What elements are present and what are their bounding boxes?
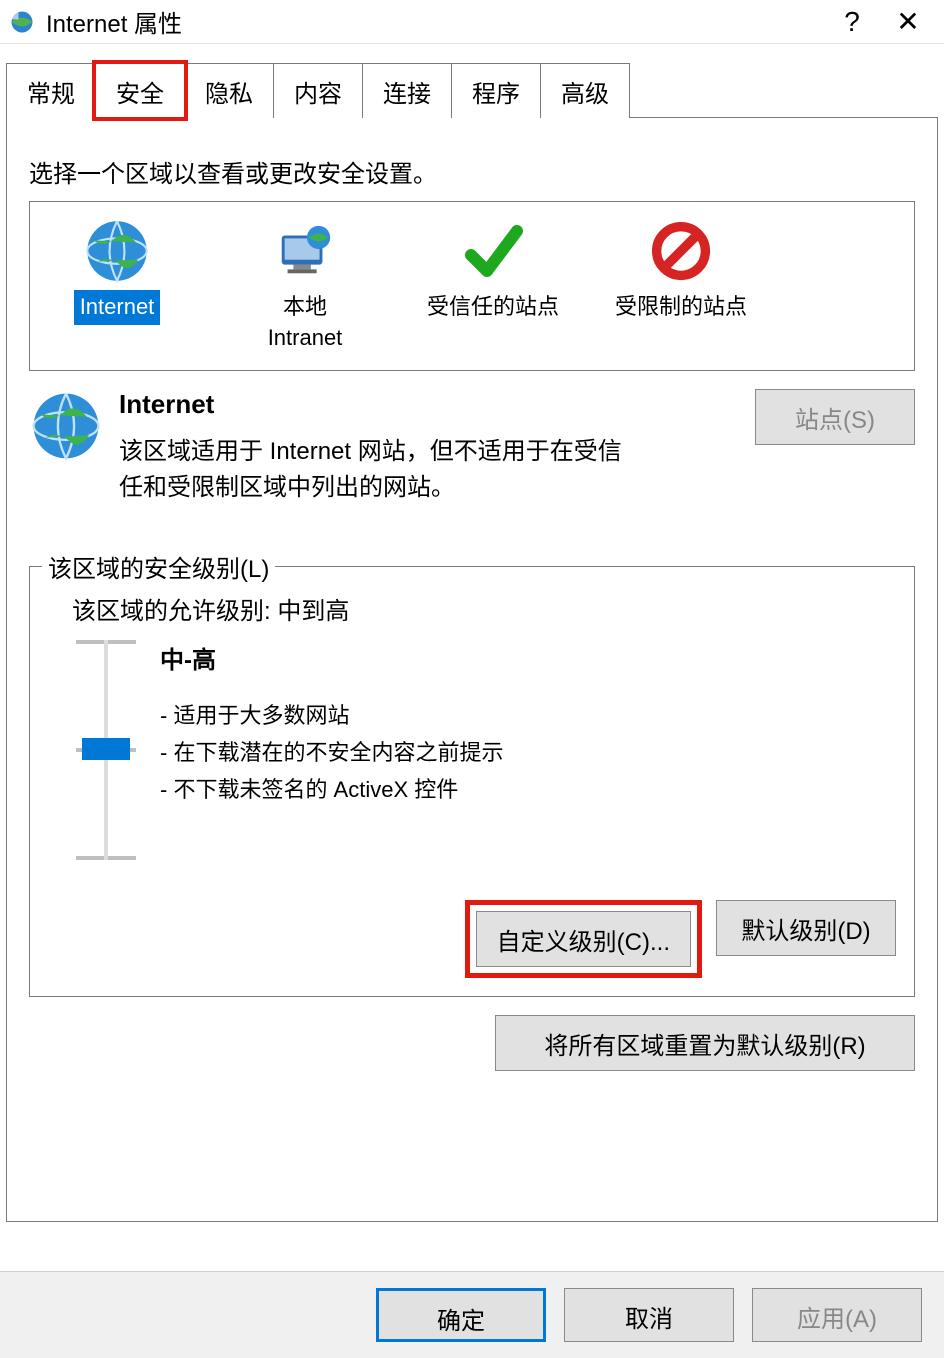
internet-options-icon [8,8,36,36]
zone-internet-label: Internet [74,290,161,325]
tabs-container: 常规 安全 隐私 内容 连接 程序 高级 选择一个区域以查看或更改安全设置。 [0,44,944,1222]
security-panel: 选择一个区域以查看或更改安全设置。 Internet [6,118,938,1222]
level-bullet-2: - 在下载潜在的不安全内容之前提示 [160,734,503,771]
zone-instruction: 选择一个区域以查看或更改安全设置。 [29,154,915,189]
apply-button[interactable]: 应用(A) [752,1288,922,1342]
monitor-globe-icon [270,216,340,286]
custom-level-button[interactable]: 自定义级别(C)... [476,911,691,967]
highlight-box-icon: 自定义级别(C)... [465,900,702,978]
zone-intranet-label: 本地 Intranet [262,290,349,356]
zone-info: Internet 该区域适用于 Internet 网站，但不适用于在受信任和受限… [29,389,915,506]
zone-trusted[interactable]: 受信任的站点 [418,216,568,356]
security-level-fieldset: 该区域的安全级别(L) 该区域的允许级别: 中到高 中-高 [29,566,915,997]
tab-security-label: 安全 [116,81,164,108]
checkmark-icon [458,216,528,286]
cancel-button[interactable]: 取消 [564,1288,734,1342]
globe-icon [82,216,152,286]
level-title: 中-高 [160,640,503,675]
tab-content[interactable]: 内容 [273,63,363,118]
level-bullet-3: - 不下载未签名的 ActiveX 控件 [160,771,503,808]
security-level-slider[interactable] [76,640,136,860]
dialog-title: Internet 属性 [46,4,824,39]
tab-advanced[interactable]: 高级 [540,63,630,118]
zone-trusted-label: 受信任的站点 [421,290,565,325]
default-level-button[interactable]: 默认级别(D) [716,900,896,956]
zone-intranet[interactable]: 本地 Intranet [230,216,380,356]
ok-button[interactable]: 确定 [376,1288,546,1342]
allowed-levels-label: 该区域的允许级别: 中到高 [72,591,896,626]
level-bullet-1: - 适用于大多数网站 [160,697,503,734]
zone-selector: Internet 本地 Intranet [29,201,915,371]
blocked-icon [646,216,716,286]
tab-privacy[interactable]: 隐私 [184,63,274,118]
zone-internet[interactable]: Internet [42,216,192,356]
zone-restricted[interactable]: 受限制的站点 [606,216,756,356]
slider-thumb-icon[interactable] [82,738,130,760]
dialog-button-bar: 确定 取消 应用(A) [0,1271,944,1358]
close-button[interactable]: ✕ [880,0,936,44]
tab-security[interactable]: 安全 [95,63,185,118]
tab-general[interactable]: 常规 [6,63,96,118]
tab-strip: 常规 安全 隐私 内容 连接 程序 高级 [6,62,938,118]
sites-button[interactable]: 站点(S) [755,389,915,445]
tab-connections[interactable]: 连接 [362,63,452,118]
zone-restricted-label: 受限制的站点 [609,290,753,325]
tab-programs[interactable]: 程序 [451,63,541,118]
fieldset-legend: 该区域的安全级别(L) [42,549,275,584]
help-button[interactable]: ? [824,0,880,44]
titlebar: Internet 属性 ? ✕ [0,0,944,44]
globe-icon [29,389,103,463]
zone-heading: Internet [119,389,739,420]
zone-description: 该区域适用于 Internet 网站，但不适用于在受信任和受限制区域中列出的网站… [119,434,639,506]
reset-all-zones-button[interactable]: 将所有区域重置为默认级别(R) [495,1015,915,1071]
internet-properties-dialog: Internet 属性 ? ✕ 常规 安全 隐私 内容 连接 程序 高级 选择一… [0,0,944,1222]
